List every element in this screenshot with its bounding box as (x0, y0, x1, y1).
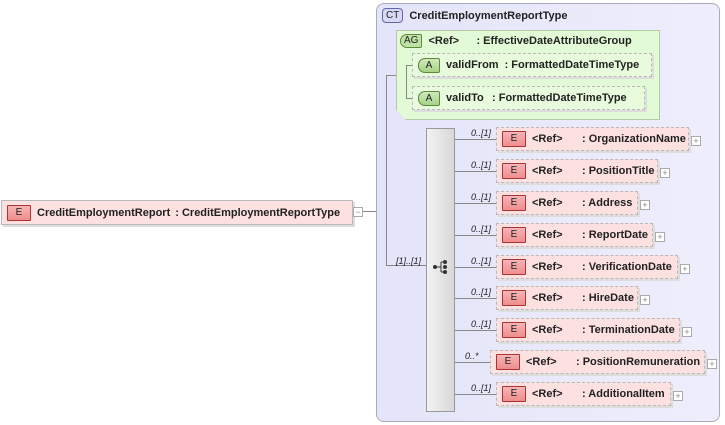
connector (386, 75, 387, 266)
element-row[interactable]: E <Ref> : OrganizationName (496, 127, 689, 151)
connector (455, 394, 496, 395)
element-badge: E (502, 386, 526, 402)
connector (455, 203, 496, 204)
expand-button[interactable]: + (640, 295, 650, 305)
element-name: : VerificationDate (582, 261, 672, 273)
sequence-multiplicity: [1]..[1] (396, 256, 422, 266)
element-row[interactable]: E <Ref> : VerificationDate (496, 255, 678, 279)
attribute-badge: A (418, 57, 440, 73)
connector (455, 139, 496, 140)
element-multiplicity: 0..[1] (471, 160, 492, 170)
element-row[interactable]: E <Ref> : Address (496, 191, 638, 215)
element-ref: <Ref> (532, 197, 563, 209)
element-multiplicity: 0..[1] (471, 256, 492, 266)
element-row[interactable]: E <Ref> : PositionRemuneration (490, 350, 705, 374)
root-element[interactable]: E CreditEmploymentReport : CreditEmploym… (1, 200, 353, 225)
ag-badge: AG (400, 34, 423, 48)
element-name: : Address (582, 197, 633, 209)
expand-button[interactable]: + (691, 136, 701, 146)
root-name: CreditEmploymentReport (37, 206, 171, 219)
attribute-validFrom[interactable]: A validFrom : FormattedDateTimeType (412, 53, 652, 77)
ag-header: AG <Ref> : EffectiveDateAttributeGroup (400, 34, 632, 48)
element-name: : TerminationDate (582, 324, 675, 336)
element-ref: <Ref> (532, 388, 563, 400)
element-ref: <Ref> (532, 324, 563, 336)
element-multiplicity: 0..[1] (471, 224, 492, 234)
expand-button[interactable]: + (680, 264, 690, 274)
element-name: : ReportDate (582, 229, 649, 241)
element-multiplicity: 0..[1] (471, 128, 492, 138)
attribute-type: : FormattedDateTimeType (504, 59, 640, 71)
expand-button[interactable]: + (673, 391, 683, 401)
expand-button[interactable]: + (640, 200, 650, 210)
element-ref: <Ref> (532, 133, 563, 145)
element-row[interactable]: E <Ref> : TerminationDate (496, 318, 680, 342)
element-name: : PositionRemuneration (576, 356, 701, 368)
element-badge: E (502, 131, 526, 147)
element-row[interactable]: E <Ref> : ReportDate (496, 223, 653, 247)
ct-header: CT CreditEmploymentReportType (382, 8, 567, 23)
element-name: : OrganizationName (582, 133, 686, 145)
element-name: : HireDate (582, 292, 634, 304)
element-row[interactable]: E <Ref> : PositionTitle (496, 159, 658, 183)
element-row[interactable]: E <Ref> : HireDate (496, 286, 638, 310)
ag-ref: <Ref> (428, 35, 460, 47)
element-badge: E (7, 204, 31, 221)
element-badge: E (502, 227, 526, 243)
element-multiplicity: 0..* (465, 351, 479, 361)
ct-name: CreditEmploymentReportType (409, 9, 568, 22)
element-multiplicity: 0..[1] (471, 319, 492, 329)
element-badge: E (496, 354, 520, 370)
ag-name: : EffectiveDateAttributeGroup (476, 35, 632, 47)
expand-button[interactable]: + (655, 232, 665, 242)
element-ref: <Ref> (532, 165, 563, 177)
element-multiplicity: 0..[1] (471, 383, 492, 393)
connector (406, 65, 407, 98)
attribute-badge: A (418, 90, 440, 106)
connector (455, 267, 496, 268)
element-badge: E (502, 322, 526, 338)
expand-button[interactable]: + (682, 327, 692, 337)
ct-badge: CT (382, 8, 404, 23)
element-multiplicity: 0..[1] (471, 287, 492, 297)
expand-button[interactable]: + (660, 168, 670, 178)
element-badge: E (502, 163, 526, 179)
element-name: : PositionTitle (582, 165, 655, 177)
element-badge: E (502, 290, 526, 306)
collapse-button[interactable]: − (353, 207, 363, 217)
element-multiplicity: 0..[1] (471, 192, 492, 202)
element-badge: E (502, 195, 526, 211)
sequence-icon (433, 260, 447, 274)
attribute-validTo[interactable]: A validTo : FormattedDateTimeType (412, 86, 645, 110)
connector (455, 171, 496, 172)
attribute-type: : FormattedDateTimeType (492, 92, 627, 104)
connector (455, 235, 496, 236)
attribute-name: validFrom (446, 59, 499, 71)
element-ref: <Ref> (526, 356, 557, 368)
element-badge: E (502, 259, 526, 275)
element-row[interactable]: E <Ref> : AdditionalItem (496, 382, 671, 406)
expand-button[interactable]: + (707, 359, 717, 369)
element-ref: <Ref> (532, 229, 563, 241)
connector (455, 298, 496, 299)
root-type: : CreditEmploymentReportType (175, 206, 341, 219)
element-ref: <Ref> (532, 292, 563, 304)
attribute-name: validTo (446, 92, 484, 104)
element-ref: <Ref> (532, 261, 563, 273)
element-name: : AdditionalItem (582, 388, 665, 400)
connector (455, 362, 490, 363)
connector (455, 330, 496, 331)
